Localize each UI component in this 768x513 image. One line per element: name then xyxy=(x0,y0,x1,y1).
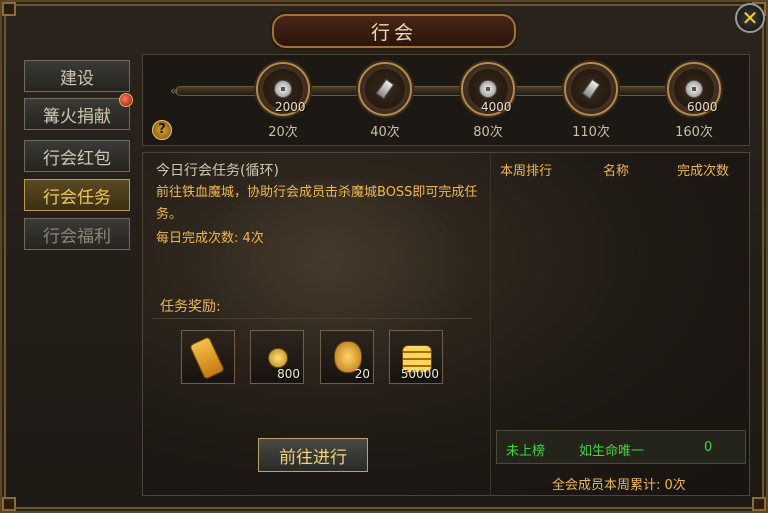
milestone-panel xyxy=(142,54,750,146)
reward-quantity: 50000 xyxy=(400,367,439,381)
sidebar-item-label: 篝火捐献 xyxy=(43,106,111,127)
sidebar-item-label: 行会红包 xyxy=(43,148,111,169)
ranking-header-name: 名称 xyxy=(603,164,630,179)
sidebar-item-build[interactable]: 建设 xyxy=(24,60,130,92)
reward-slot[interactable]: 20 xyxy=(320,330,374,384)
task-daily-count: 每日完成次数: 4次 xyxy=(156,231,264,246)
reward-label: 任务奖励: xyxy=(160,299,221,315)
milestone-value: 2000 xyxy=(275,100,306,114)
milestone-label: 80次 xyxy=(473,125,503,140)
reward-slot[interactable]: 800 xyxy=(250,330,304,384)
close-button[interactable]: ✕ xyxy=(735,3,765,33)
frame-corner xyxy=(2,497,16,511)
my-rank-row: 未上榜 如生命唯一 0 xyxy=(496,430,746,464)
my-rank-count: 0 xyxy=(704,440,713,455)
track-arrow-icon: « xyxy=(170,84,178,99)
reward-slot[interactable]: 50000 xyxy=(389,330,443,384)
task-description: 前往铁血魔城，协助行会成员击杀魔城BOSS即可完成任务。 xyxy=(156,185,478,222)
frame-corner xyxy=(2,2,16,16)
close-icon: ✕ xyxy=(741,6,759,30)
sidebar-item-label: 行会福利 xyxy=(43,226,111,247)
window-title: 行会 xyxy=(370,21,417,44)
reward-quantity: 800 xyxy=(277,367,300,381)
milestone-value: 6000 xyxy=(687,100,718,114)
ranking-header-rank: 本周排行 xyxy=(500,164,553,179)
milestone-label: 160次 xyxy=(675,125,713,140)
gold-coin-icon xyxy=(268,348,288,368)
silver-ingot-icon xyxy=(375,78,395,100)
frame-corner xyxy=(752,497,766,511)
notification-badge-icon xyxy=(119,93,133,107)
sidebar-item-red-packet[interactable]: 行会红包 xyxy=(24,140,130,172)
reward-quantity: 20 xyxy=(354,367,370,381)
weekly-total: 全会成员本周累计: 0次 xyxy=(552,478,686,493)
sidebar-item-bonfire-donate[interactable]: 篝火捐献 xyxy=(24,93,133,130)
ranking-header-count: 完成次数 xyxy=(677,164,730,179)
milestone-chest[interactable] xyxy=(564,62,618,116)
silver-coin-icon xyxy=(479,80,497,98)
reward-slot[interactable] xyxy=(181,330,235,384)
my-rank-position: 未上榜 xyxy=(506,444,546,459)
sidebar-item-guild-task[interactable]: 行会任务 xyxy=(24,179,130,211)
sidebar-item-label: 行会任务 xyxy=(43,187,111,208)
my-rank-name: 如生命唯一 xyxy=(579,444,645,459)
sidebar-item-guild-welfare[interactable]: 行会福利 xyxy=(24,218,130,250)
milestone-label: 20次 xyxy=(268,125,298,140)
milestone-chest[interactable] xyxy=(358,62,412,116)
go-button[interactable]: 前往进行 xyxy=(258,438,368,472)
milestone-label: 110次 xyxy=(572,125,610,140)
window-title-plate: 行会 xyxy=(272,14,516,48)
milestone-value: 4000 xyxy=(481,100,512,114)
task-title: 今日行会任务(循环) xyxy=(156,163,279,179)
silver-ingot-icon xyxy=(581,78,601,100)
potion-icon xyxy=(189,336,225,380)
reward-divider xyxy=(152,318,472,319)
help-icon[interactable]: ? xyxy=(152,120,172,140)
milestone-label: 40次 xyxy=(370,125,400,140)
silver-coin-icon xyxy=(685,80,703,98)
sidebar: 建设 篝火捐献 行会红包 行会任务 行会福利 xyxy=(20,54,134,494)
sidebar-item-label: 建设 xyxy=(60,68,94,89)
silver-coin-icon xyxy=(274,80,292,98)
